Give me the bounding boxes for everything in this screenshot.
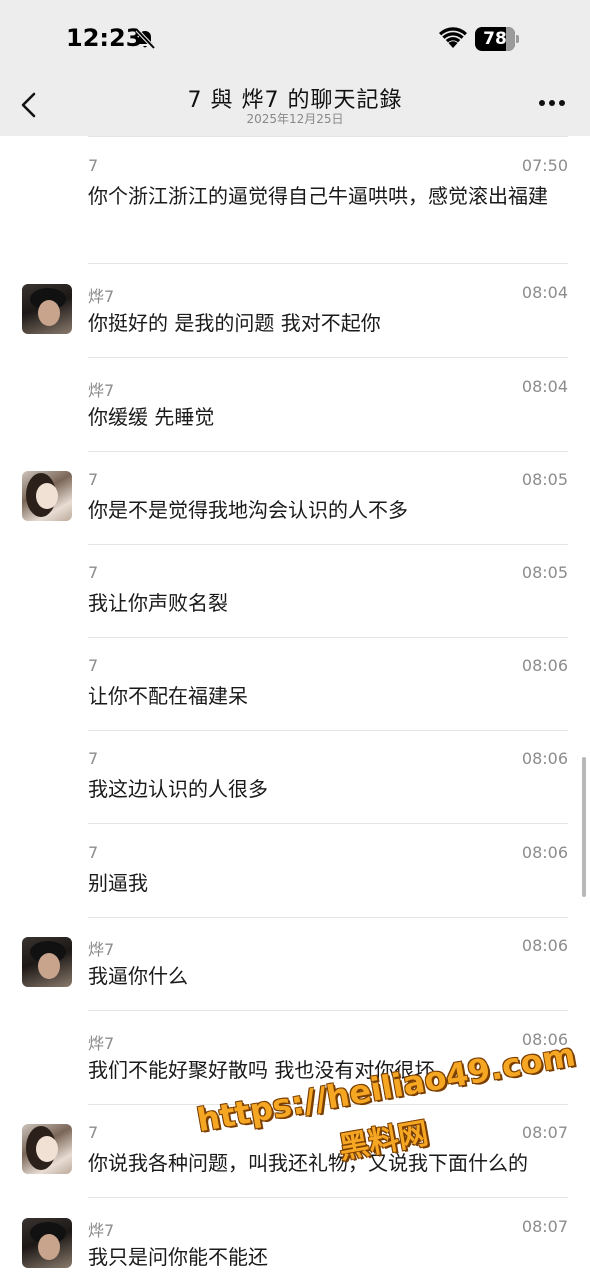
message-text: 你缓缓 先睡觉 [88,405,215,429]
sender-name: 烨7 [88,940,115,959]
message-text: 让你不配在福建呆 [88,684,248,708]
sender-name: 7 [88,656,99,675]
message-text: 我们不能好聚好散吗 我也没有对你很坏... [88,1058,454,1082]
message-text: 我只是问你能不能还 [88,1245,268,1269]
sender-name: 烨7 [88,1221,115,1240]
sender-name: 7 [88,563,99,582]
battery-level: 78 [483,29,507,49]
message-text: 你是不是觉得我地沟会认识的人不多 [88,498,408,522]
message-time: 08:05 [521,563,568,582]
sender-name: 7 [88,470,99,489]
message-text: 别逼我 [88,871,148,895]
chat-record-date: 2025年12月25日 [246,112,344,126]
sender-name: 7 [88,1123,99,1142]
message-text: 我这边认识的人很多 [88,777,268,801]
message-text: 你个浙江浙江的逼觉得自己牛逼哄哄，感觉滚出福建 [88,184,548,208]
message-item: 7 08:05 你是不是觉得我地沟会认识的人不多 [0,451,590,545]
sender-name: 烨7 [88,381,115,400]
message-time: 08:04 [521,377,568,396]
message-item: 7 08:05 我让你声败名裂 [0,544,590,638]
message-item: 7 08:07 你说我各种问题，叫我还礼物，又说我下面什么的 [0,1104,590,1198]
message-item: 7 07:50 你个浙江浙江的逼觉得自己牛逼哄哄，感觉滚出福建 [0,136,590,264]
message-item: 烨7 08:06 我逼你什么 [0,917,590,1011]
sender-name: 烨7 [88,287,115,306]
message-time: 08:07 [521,1217,568,1236]
message-time: 07:50 [521,156,568,175]
message-text: 我逼你什么 [88,964,188,988]
message-time: 08:06 [521,843,568,862]
message-item: 烨7 08:04 你缓缓 先睡觉 [0,358,590,452]
avatar[interactable] [22,1218,72,1268]
status-bar: 12:23 78 [0,0,590,80]
more-options-icon[interactable] [538,98,566,108]
bell-muted-icon [135,28,156,50]
message-time: 08:06 [521,936,568,955]
message-time: 08:05 [521,470,568,489]
nav-bar: 7 與 烨7 的聊天記錄 2025年12月25日 [0,80,590,136]
scrollbar[interactable] [582,757,586,897]
avatar[interactable] [22,937,72,987]
message-time: 08:06 [521,1030,568,1049]
message-time: 08:06 [521,749,568,768]
status-time: 12:23 [66,24,143,52]
message-item: 7 08:06 让你不配在福建呆 [0,637,590,731]
message-item: 烨7 08:06 我们不能好聚好散吗 我也没有对你很坏... [0,1011,590,1105]
sender-name: 烨7 [88,1034,115,1053]
message-item: 烨7 08:04 你挺好的 是我的问题 我对不起你 [0,264,590,358]
message-item: 7 08:06 我这边认识的人很多 [0,730,590,824]
sender-name: 7 [88,843,99,862]
wifi-icon [439,27,467,48]
message-time: 08:04 [521,283,568,302]
message-time: 08:06 [521,656,568,675]
message-text: 我让你声败名裂 [88,591,228,615]
message-list[interactable]: 7 07:50 你个浙江浙江的逼觉得自己牛逼哄哄，感觉滚出福建 烨7 08:04… [0,136,590,1280]
avatar[interactable] [22,1124,72,1174]
message-time: 08:07 [521,1123,568,1142]
message-item: 烨7 08:07 我只是问你能不能还 [0,1198,590,1280]
message-text: 你说我各种问题，叫我还礼物，又说我下面什么的 [88,1151,528,1175]
avatar[interactable] [22,284,72,334]
message-text: 你挺好的 是我的问题 我对不起你 [88,311,381,335]
sender-name: 7 [88,749,99,768]
message-item: 7 08:06 别逼我 [0,824,590,918]
sender-name: 7 [88,156,99,175]
avatar[interactable] [22,471,72,521]
battery-indicator: 78 [475,27,519,51]
